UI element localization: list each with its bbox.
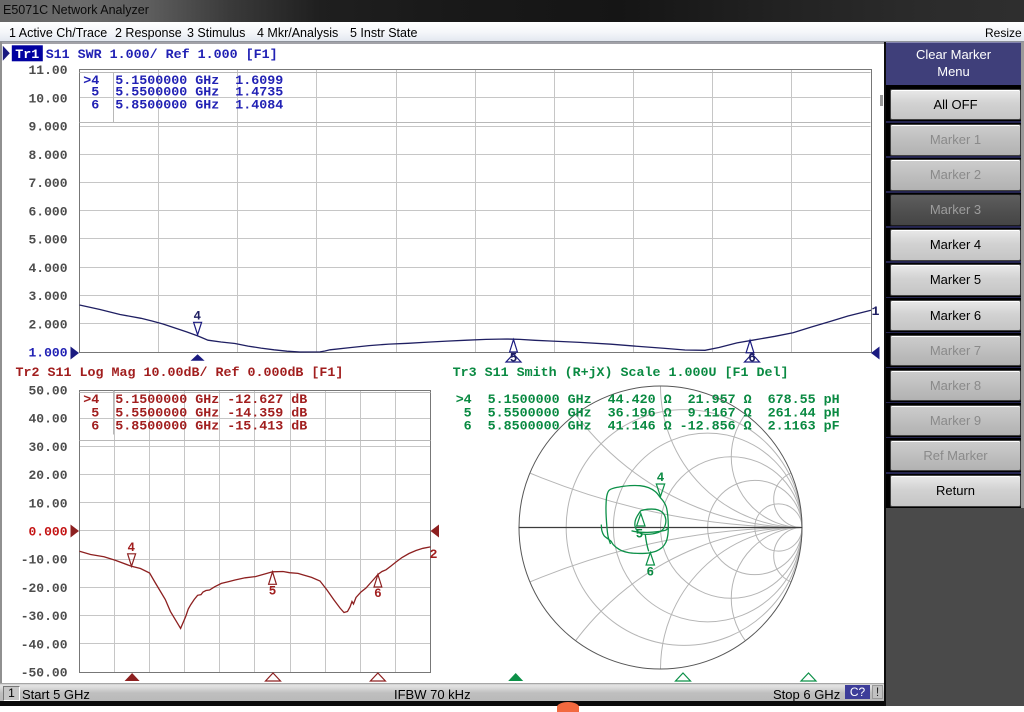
svg-text:-50.00: -50.00 bbox=[21, 666, 68, 681]
svg-text:30.00: 30.00 bbox=[28, 440, 67, 455]
svg-text:Tr2 S11 Log Mag 10.00dB/ Ref 0: Tr2 S11 Log Mag 10.00dB/ Ref 0.000dB [F1… bbox=[16, 366, 344, 381]
svg-text:20.00: 20.00 bbox=[28, 468, 67, 483]
svg-text:4: 4 bbox=[657, 471, 665, 485]
svg-text:9.000: 9.000 bbox=[28, 120, 67, 135]
svg-text:3.000: 3.000 bbox=[28, 289, 67, 304]
svg-text:5: 5 bbox=[636, 528, 644, 542]
svg-text:Tr3 S11 Smith (R+jX) Scale 1.0: Tr3 S11 Smith (R+jX) Scale 1.000U [F1 De… bbox=[453, 366, 789, 381]
svg-text:Tr1: Tr1 bbox=[15, 48, 39, 63]
svg-text:5.000: 5.000 bbox=[28, 233, 67, 248]
svg-text:6.000: 6.000 bbox=[28, 204, 67, 219]
svg-text:2: 2 bbox=[430, 547, 438, 562]
svg-text:0.000: 0.000 bbox=[28, 525, 67, 540]
svg-text:1: 1 bbox=[872, 304, 880, 319]
svg-text:-40.00: -40.00 bbox=[21, 637, 68, 652]
svg-text:-10.00: -10.00 bbox=[21, 553, 68, 568]
svg-text:11.00: 11.00 bbox=[28, 63, 67, 78]
svg-text:1.000: 1.000 bbox=[28, 346, 67, 361]
svg-text:6 5.8500000 GHz 41.146 Ω -12: 6 5.8500000 GHz 41.146 Ω -12.856 Ω 2.116… bbox=[456, 420, 840, 435]
svg-text:S11 SWR 1.000/ Ref 1.000 [F1]: S11 SWR 1.000/ Ref 1.000 [F1] bbox=[46, 48, 278, 63]
svg-text:40.00: 40.00 bbox=[28, 412, 67, 427]
svg-text:6 5.8500000 GHz -15.413 dB: 6 5.8500000 GHz -15.413 dB bbox=[83, 420, 307, 435]
svg-text:10.00: 10.00 bbox=[28, 91, 67, 106]
svg-text:-30.00: -30.00 bbox=[21, 609, 68, 624]
svg-text:4: 4 bbox=[127, 541, 135, 555]
svg-text:7.000: 7.000 bbox=[28, 176, 67, 191]
svg-text:50.00: 50.00 bbox=[28, 384, 67, 399]
svg-text:6: 6 bbox=[374, 587, 382, 601]
svg-text:5: 5 bbox=[269, 585, 277, 599]
svg-text:10.00: 10.00 bbox=[28, 496, 67, 511]
svg-text:2.000: 2.000 bbox=[28, 317, 67, 332]
svg-text:5: 5 bbox=[510, 352, 518, 366]
svg-text:4.000: 4.000 bbox=[28, 261, 67, 276]
svg-text:8.000: 8.000 bbox=[28, 148, 67, 163]
svg-text:6: 6 bbox=[748, 352, 756, 366]
svg-text:4: 4 bbox=[194, 310, 202, 324]
svg-text:-20.00: -20.00 bbox=[21, 581, 68, 596]
svg-text:6: 6 bbox=[647, 566, 655, 580]
